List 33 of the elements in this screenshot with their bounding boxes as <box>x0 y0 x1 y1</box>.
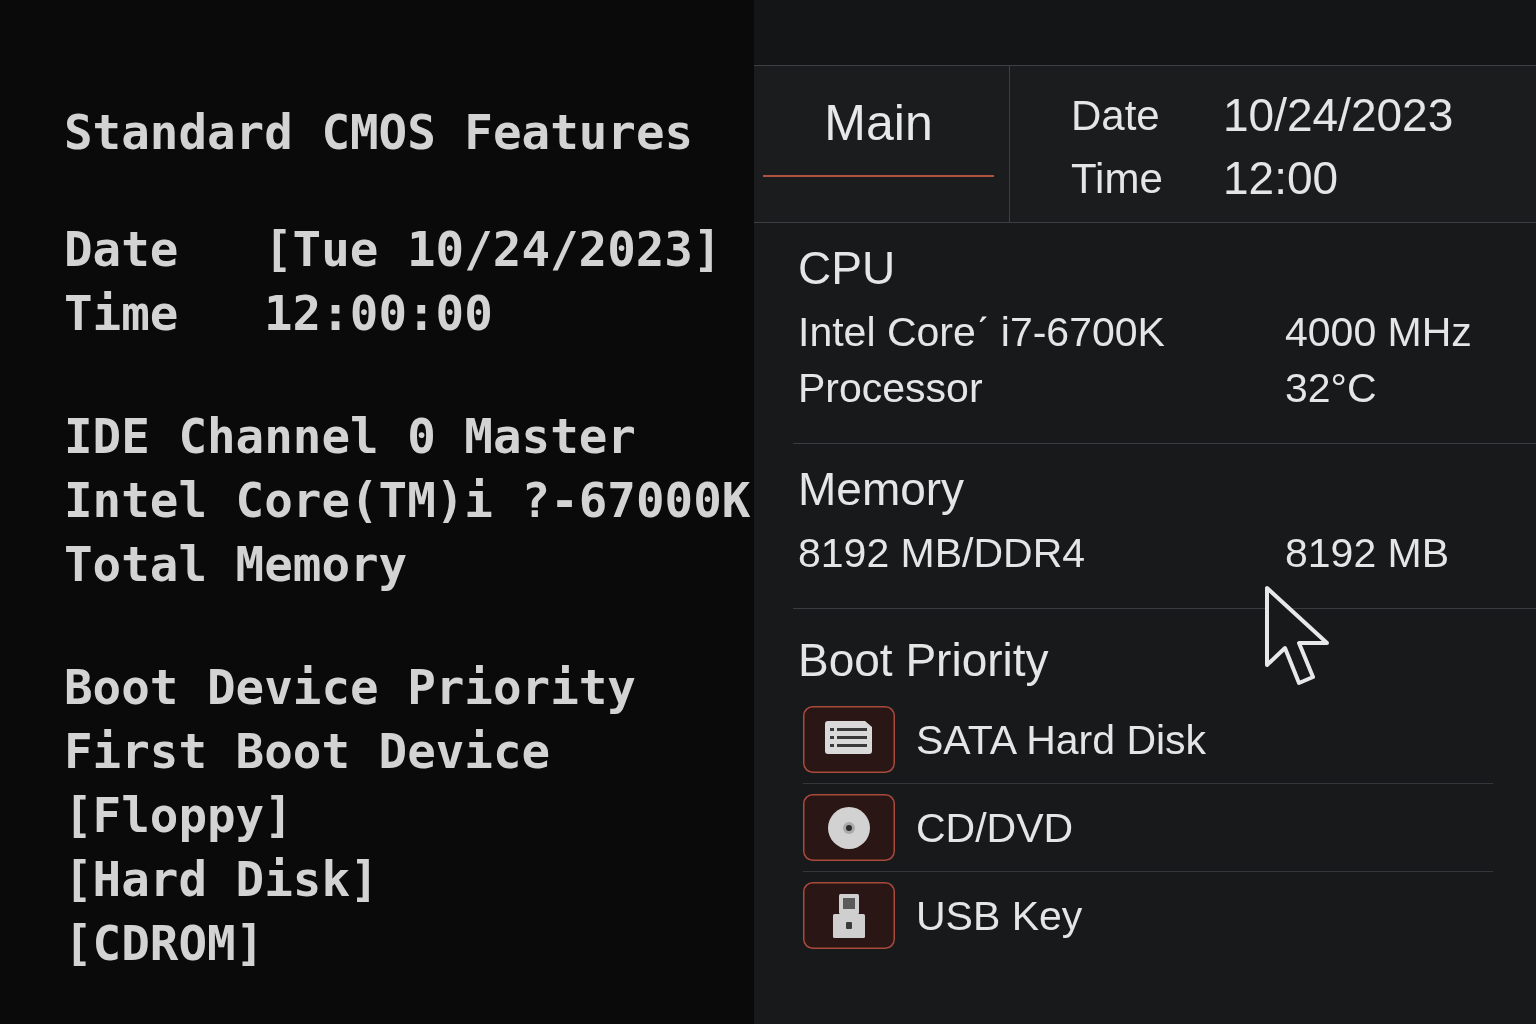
usb-drive-icon <box>803 882 895 949</box>
boot-device-item[interactable]: USB Key <box>803 872 1493 959</box>
info-value: 8192 MB <box>1285 529 1450 578</box>
info-line: IDE Channel 0 Master <box>64 408 636 466</box>
section-heading: Boot Priority <box>798 633 1049 688</box>
boot-option[interactable]: [Hard Disk] <box>64 848 379 912</box>
section-heading: Memory <box>798 462 965 517</box>
boot-option[interactable]: [Floppy] <box>64 784 293 848</box>
info-line: Total Memory <box>64 536 408 594</box>
mouse-pointer-icon <box>1264 585 1332 687</box>
field-value[interactable]: 12:00:00 <box>264 282 493 346</box>
field-label: Time <box>1071 154 1163 204</box>
info-label: Processor <box>798 364 983 413</box>
info-label: 8192 MB/DDR4 <box>798 529 1086 578</box>
field-value[interactable]: 10/24/2023 <box>1223 84 1454 147</box>
tab[interactable]: Main <box>763 79 994 177</box>
field-label: Date <box>64 221 179 279</box>
boot-device-item[interactable]: SATA Hard Disk <box>803 696 1493 784</box>
field-label: Date <box>1071 91 1160 141</box>
field-label: Time <box>64 285 179 343</box>
info-line: Intel Core(TM)i ?-67000K <box>64 472 751 530</box>
info-value: 32°C <box>1285 364 1377 413</box>
hard-drive-icon <box>803 706 895 773</box>
boot-device-item[interactable]: CD/DVD <box>803 784 1493 872</box>
section-heading: Boot Device Priority <box>64 659 636 717</box>
field-value[interactable]: [Tue 10/24/2023] <box>264 218 722 282</box>
info-value: 4000 MHz <box>1285 308 1472 357</box>
boot-option[interactable]: [CDROM] <box>64 912 265 976</box>
field-label: First Boot Device <box>64 723 551 781</box>
field-value[interactable]: 12:00 <box>1223 147 1339 210</box>
info-label: Intel Coreˊ i7-6700K <box>798 308 1165 357</box>
screen-title: Standard CMOS Features <box>64 104 694 162</box>
section-heading: CPU <box>798 241 896 296</box>
